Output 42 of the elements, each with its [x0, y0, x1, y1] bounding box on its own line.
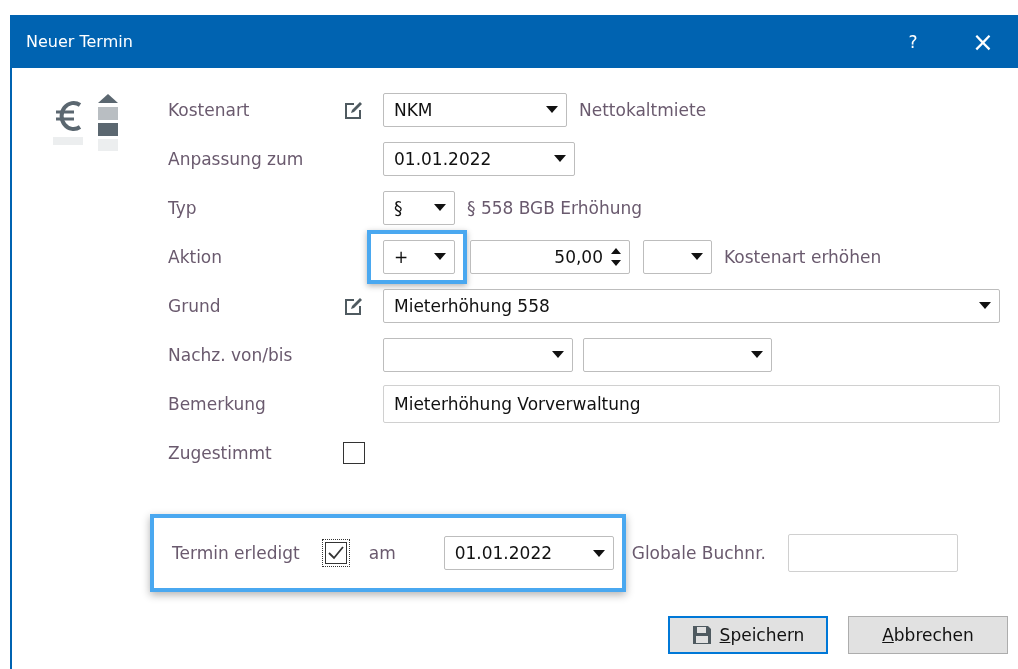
date-prefix: am	[368, 543, 396, 563]
action-description: Kostenart erhöhen	[724, 246, 882, 267]
save-button[interactable]: Speichern	[668, 616, 828, 654]
caret-icon	[434, 253, 446, 260]
cost-type-description: Nettokaltmiete	[579, 99, 707, 120]
window-title: Neuer Termin	[26, 32, 134, 51]
type-description: § 558 BGB Erhöhung	[467, 197, 643, 218]
operator-select[interactable]: +	[383, 239, 455, 274]
field-label: Anpassung zum	[168, 148, 305, 169]
save-icon	[691, 625, 712, 645]
caret-icon	[552, 351, 564, 358]
cancel-button[interactable]: Abbrechen	[848, 616, 1008, 654]
remark-field[interactable]: Mieterhöhung Vorverwaltung	[383, 384, 1000, 423]
completed-label: Termin erledigt	[172, 543, 300, 563]
type-select[interactable]: §	[383, 190, 455, 225]
spinner-arrows-icon	[611, 246, 621, 267]
amount-spinner[interactable]: 50,00	[470, 239, 630, 274]
date-select[interactable]: 01.01.2022	[383, 141, 575, 176]
caret-icon	[546, 106, 558, 113]
booking-number-label: Globale Buchnr.	[631, 543, 766, 563]
caret-icon	[691, 253, 703, 260]
caret-icon	[554, 155, 566, 162]
caret-icon	[434, 204, 446, 211]
field-label: Bemerkung	[168, 393, 267, 414]
close-button[interactable]: ×	[948, 15, 1018, 68]
field-label: Nachz. von/bis	[168, 344, 294, 365]
caret-icon	[751, 351, 763, 358]
field-label: Aktion	[168, 246, 224, 267]
agreed-checkbox[interactable]	[343, 441, 365, 464]
reason-select[interactable]: Mieterhöhung 558	[383, 288, 1000, 323]
help-button[interactable]: ?	[878, 15, 948, 68]
field-label: Grund	[168, 295, 222, 316]
caret-icon	[979, 302, 991, 309]
field-label: Kostenart	[168, 99, 251, 120]
cost-type-select[interactable]: NKM	[383, 92, 567, 127]
check-icon	[327, 546, 344, 560]
field-label: Zugestimmt	[168, 442, 273, 463]
caret-icon	[592, 549, 605, 557]
field-label: Typ	[168, 197, 198, 218]
completed-checkbox[interactable]	[324, 542, 347, 564]
completed-date-select[interactable]: 01.01.2022	[443, 536, 614, 570]
booking-number-field[interactable]	[787, 534, 958, 572]
